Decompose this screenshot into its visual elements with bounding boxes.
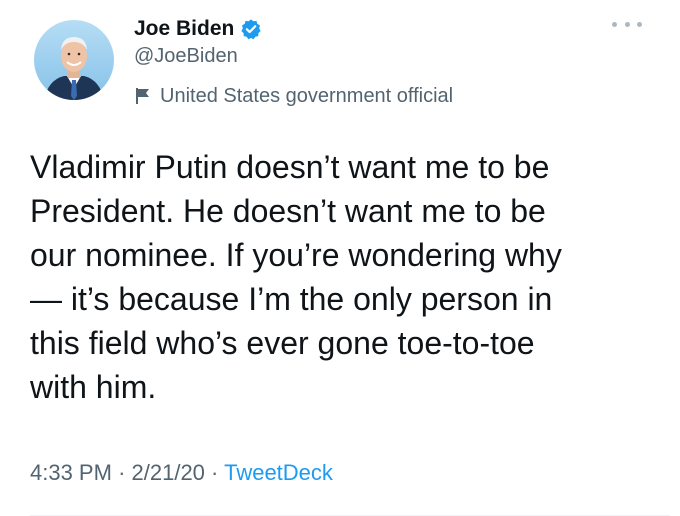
tweet-time[interactable]: 4:33 PM — [30, 460, 112, 485]
government-label[interactable]: United States government official — [134, 82, 453, 110]
tweet-card: Joe Biden @JoeBiden United States govern… — [0, 0, 680, 516]
tweet-date[interactable]: 2/21/20 — [132, 460, 205, 485]
tweet-source-link[interactable]: TweetDeck — [224, 460, 333, 485]
flag-icon — [134, 87, 152, 105]
more-dot — [612, 21, 617, 27]
more-options-icon[interactable] — [612, 14, 642, 34]
government-label-text: United States government official — [160, 84, 454, 107]
more-dot — [637, 21, 642, 27]
avatar-photo — [34, 20, 114, 100]
meta-separator: · — [211, 460, 219, 485]
tweet-text: Vladimir Putin doesn’t want me to be Pre… — [30, 149, 562, 405]
tweet-metadata: 4:33 PM · 2/21/20 · TweetDeck — [30, 460, 333, 486]
author-display-name[interactable]: Joe Biden — [134, 17, 234, 41]
avatar[interactable] — [34, 20, 114, 100]
meta-separator: · — [118, 460, 126, 485]
verified-badge-icon — [240, 18, 262, 40]
more-dot — [624, 21, 630, 27]
author-handle[interactable]: @JoeBiden — [134, 45, 238, 68]
author-name-row: Joe Biden — [134, 14, 262, 44]
